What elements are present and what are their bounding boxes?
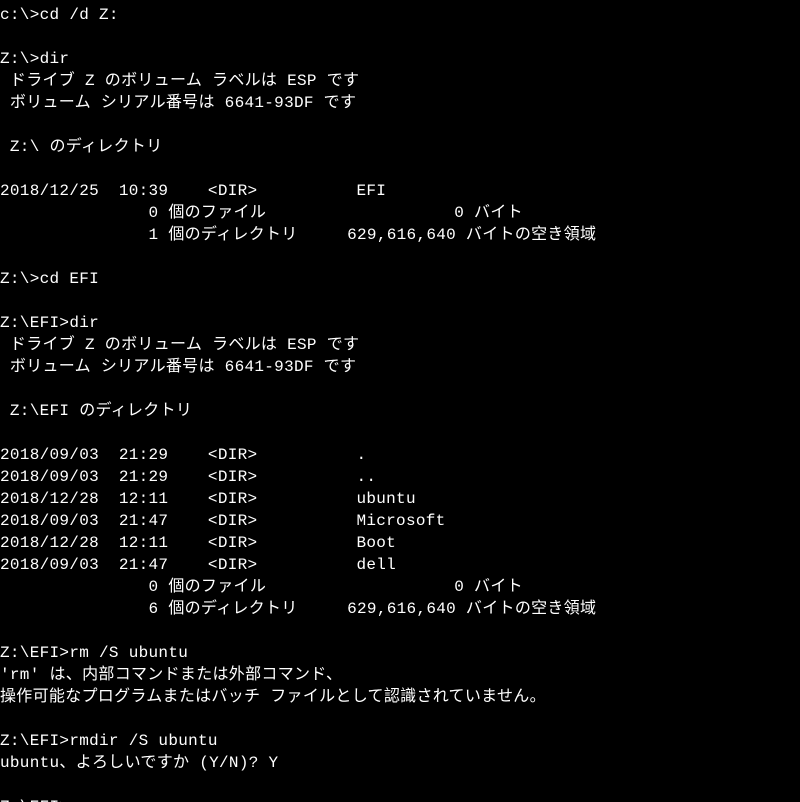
terminal-line: 2018/09/03 21:47 <DIR> dell xyxy=(0,554,800,576)
output-text: 0 個のファイル 0 バイト xyxy=(0,204,523,222)
terminal-line: Z:\>cd EFI xyxy=(0,268,800,290)
prompt: Z:\EFI> xyxy=(0,732,69,750)
command-text: dir xyxy=(69,314,99,332)
terminal-line: ドライブ Z のボリューム ラベルは ESP です xyxy=(0,70,800,92)
output-text: 操作可能なプログラムまたはバッチ ファイルとして認識されていません。 xyxy=(0,688,546,706)
terminal-line xyxy=(0,620,800,642)
terminal-line: 2018/09/03 21:47 <DIR> Microsoft xyxy=(0,510,800,532)
output-text: 2018/09/03 21:29 <DIR> .. xyxy=(0,468,376,486)
output-text: 2018/09/03 21:47 <DIR> dell xyxy=(0,556,396,574)
output-text: ボリューム シリアル番号は 6641-93DF です xyxy=(0,358,356,376)
terminal-line: 0 個のファイル 0 バイト xyxy=(0,202,800,224)
output-text: 0 個のファイル 0 バイト xyxy=(0,578,523,596)
terminal-line xyxy=(0,114,800,136)
terminal-line: 2018/12/28 12:11 <DIR> ubuntu xyxy=(0,488,800,510)
terminal-line: Z:\>dir xyxy=(0,48,800,70)
terminal-line: Z:\EFI>rmdir /S ubuntu xyxy=(0,730,800,752)
terminal-line: c:\>cd /d Z: xyxy=(0,4,800,26)
terminal-line xyxy=(0,26,800,48)
terminal-line: 6 個のディレクトリ 629,616,640 バイトの空き領域 xyxy=(0,598,800,620)
terminal-output[interactable]: c:\>cd /d Z: Z:\>dir ドライブ Z のボリューム ラベルは … xyxy=(0,0,800,802)
output-text: 2018/12/25 10:39 <DIR> EFI xyxy=(0,182,386,200)
terminal-line xyxy=(0,708,800,730)
prompt: Z:\> xyxy=(0,50,40,68)
command-text: dir xyxy=(40,50,70,68)
terminal-line xyxy=(0,290,800,312)
terminal-line: 2018/09/03 21:29 <DIR> .. xyxy=(0,466,800,488)
terminal-line: ボリューム シリアル番号は 6641-93DF です xyxy=(0,92,800,114)
output-text: 2018/12/28 12:11 <DIR> ubuntu xyxy=(0,490,416,508)
terminal-line: 0 個のファイル 0 バイト xyxy=(0,576,800,598)
terminal-line xyxy=(0,246,800,268)
terminal-line: 'rm' は、内部コマンドまたは外部コマンド、 xyxy=(0,664,800,686)
terminal-line: ドライブ Z のボリューム ラベルは ESP です xyxy=(0,334,800,356)
output-text: ドライブ Z のボリューム ラベルは ESP です xyxy=(0,72,359,90)
terminal-line xyxy=(0,158,800,180)
output-text: 2018/09/03 21:47 <DIR> Microsoft xyxy=(0,512,446,530)
command-text: rmdir /S ubuntu xyxy=(69,732,218,750)
prompt: c:\> xyxy=(0,6,40,24)
output-text: ubuntu、よろしいですか (Y/N)? Y xyxy=(0,754,278,772)
terminal-line: Z:\ のディレクトリ xyxy=(0,136,800,158)
output-text: Z:\EFI のディレクトリ xyxy=(0,402,192,420)
output-text: 2018/09/03 21:29 <DIR> . xyxy=(0,446,366,464)
output-text: 'rm' は、内部コマンドまたは外部コマンド、 xyxy=(0,666,342,684)
terminal-line: Z:\EFI>dir xyxy=(0,312,800,334)
output-text: 6 個のディレクトリ 629,616,640 バイトの空き領域 xyxy=(0,600,596,618)
prompt: Z:\> xyxy=(0,270,40,288)
terminal-line: Z:\EFI> xyxy=(0,796,800,802)
terminal-line: 2018/12/25 10:39 <DIR> EFI xyxy=(0,180,800,202)
terminal-line xyxy=(0,774,800,796)
terminal-line: ボリューム シリアル番号は 6641-93DF です xyxy=(0,356,800,378)
prompt: Z:\EFI> xyxy=(0,644,69,662)
terminal-line: 1 個のディレクトリ 629,616,640 バイトの空き領域 xyxy=(0,224,800,246)
output-text: ボリューム シリアル番号は 6641-93DF です xyxy=(0,94,356,112)
command-text: cd EFI xyxy=(40,270,99,288)
command-text: cd /d Z: xyxy=(40,6,119,24)
terminal-line: Z:\EFI のディレクトリ xyxy=(0,400,800,422)
output-text: 2018/12/28 12:11 <DIR> Boot xyxy=(0,534,396,552)
terminal-line: 2018/09/03 21:29 <DIR> . xyxy=(0,444,800,466)
terminal-line: Z:\EFI>rm /S ubuntu xyxy=(0,642,800,664)
terminal-line: ubuntu、よろしいですか (Y/N)? Y xyxy=(0,752,800,774)
terminal-line xyxy=(0,378,800,400)
output-text: Z:\ のディレクトリ xyxy=(0,138,163,156)
output-text: 1 個のディレクトリ 629,616,640 バイトの空き領域 xyxy=(0,226,596,244)
terminal-line: 2018/12/28 12:11 <DIR> Boot xyxy=(0,532,800,554)
terminal-line xyxy=(0,422,800,444)
output-text: ドライブ Z のボリューム ラベルは ESP です xyxy=(0,336,359,354)
command-text: rm /S ubuntu xyxy=(69,644,188,662)
prompt: Z:\EFI> xyxy=(0,798,69,802)
terminal-line: 操作可能なプログラムまたはバッチ ファイルとして認識されていません。 xyxy=(0,686,800,708)
prompt: Z:\EFI> xyxy=(0,314,69,332)
